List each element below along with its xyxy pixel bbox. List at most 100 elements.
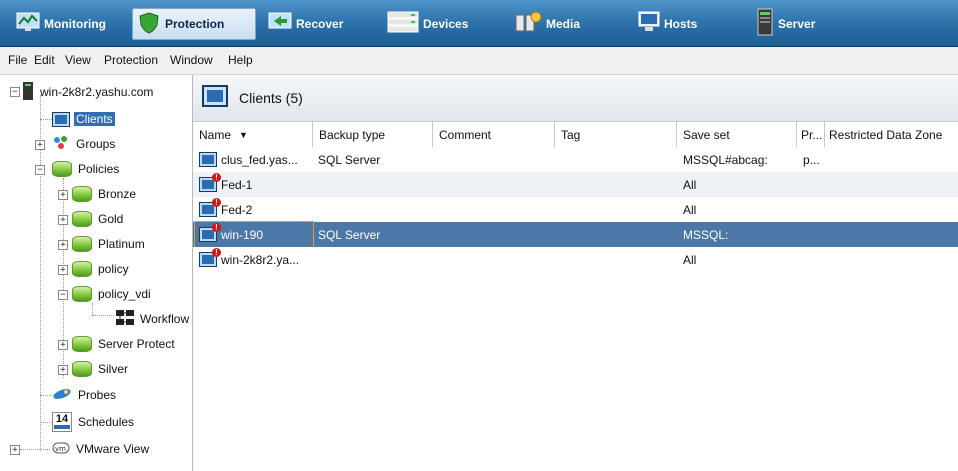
table-row[interactable]: ! win-2k8r2.ya... All: [193, 247, 958, 272]
tree-item-policy-vdi[interactable]: policy_vdi: [72, 283, 153, 305]
cell-tag: [561, 172, 677, 197]
tree-item-bronze[interactable]: Bronze: [72, 183, 138, 205]
cell-comment: [439, 172, 555, 197]
policy-disk-icon: [52, 161, 72, 177]
recover-button[interactable]: Recover: [264, 9, 347, 38]
monitoring-button[interactable]: Monitoring: [12, 9, 110, 38]
protection-button[interactable]: Protection: [132, 8, 256, 40]
tree-item-vmware-view[interactable]: vm VMware View: [52, 438, 151, 460]
hosts-button[interactable]: Hosts: [634, 9, 701, 38]
column-header-save-set-label: Save set: [683, 127, 730, 142]
alert-icon: !: [212, 198, 221, 207]
vmware-expander[interactable]: +: [10, 445, 20, 455]
svg-text:vm: vm: [55, 445, 66, 453]
tree-item-policy-label: policy: [98, 262, 129, 276]
column-header-pr[interactable]: Pr...: [797, 122, 825, 147]
tree-guide: [40, 395, 52, 396]
root-expander[interactable]: −: [10, 87, 20, 97]
recover-icon: [268, 12, 292, 35]
cell-comment: [439, 247, 555, 272]
cell-rdz: [829, 172, 958, 197]
cell-text: MSSQL#abcag:: [683, 152, 768, 167]
client-icon: !: [199, 198, 221, 217]
table-row[interactable]: clus_fed.yas... SQL Server MSSQL#abcag: p..…: [193, 147, 958, 172]
cell-name: ! win-2k8r2.ya...: [199, 247, 313, 272]
table-row[interactable]: ! win-190 SQL Server MSSQL:: [193, 221, 958, 248]
menu-edit[interactable]: Edit: [34, 53, 55, 67]
cell-text: clus_fed.yas...: [221, 152, 298, 167]
platinum-expander[interactable]: +: [58, 240, 68, 250]
cell-tag: [561, 222, 677, 247]
groups-expander[interactable]: +: [35, 140, 45, 150]
silver-expander[interactable]: +: [58, 365, 68, 375]
column-header-save-set[interactable]: Save set: [677, 122, 797, 147]
server-protect-expander[interactable]: +: [58, 340, 68, 350]
tree-root[interactable]: win-2k8r2.yashu.com: [22, 81, 155, 103]
tree-item-server-protect-label: Server Protect: [98, 337, 175, 351]
policy-disk-icon: [72, 236, 92, 252]
gold-expander[interactable]: +: [58, 215, 68, 225]
column-header-restricted-data-zone[interactable]: Restricted Data Zone: [825, 122, 958, 147]
tree-item-gold-label: Gold: [98, 212, 124, 226]
column-header-pr-label: Pr...: [801, 127, 823, 142]
menu-bar: File Edit View Protection Window Help: [0, 47, 958, 75]
column-header-comment[interactable]: Comment: [433, 122, 555, 147]
table-row[interactable]: ! Fed-2 All: [193, 197, 958, 222]
server-label: Server: [778, 16, 816, 31]
cell-backup-type: [318, 197, 433, 222]
tree-guide: [92, 315, 114, 316]
tree-item-silver[interactable]: Silver: [72, 358, 130, 380]
media-label: Media: [546, 16, 581, 31]
media-button[interactable]: Media: [510, 9, 584, 38]
tree-item-workflow[interactable]: Workflow: [115, 308, 191, 330]
devices-icon: [387, 11, 419, 36]
tree-item-probes[interactable]: Probes: [52, 384, 118, 406]
cell-text: win-190: [221, 227, 264, 242]
vmware-icon: vm: [52, 441, 70, 458]
tree-item-schedules[interactable]: 14 Schedules: [52, 411, 136, 433]
cell-pr: p...: [803, 147, 825, 172]
calendar-icon: 14: [52, 412, 72, 432]
tree-root-label: win-2k8r2.yashu.com: [40, 85, 154, 99]
column-header-backup-type-label: Backup type: [319, 127, 386, 142]
policy-disk-icon: [72, 361, 92, 377]
tree-item-schedules-label: Schedules: [78, 415, 135, 429]
tree-item-policy[interactable]: policy: [72, 258, 131, 280]
tree-item-gold[interactable]: Gold: [72, 208, 125, 230]
policy-expander[interactable]: +: [58, 265, 68, 275]
clients-panel: Clients (5) Name ▼ Backup type Comment T…: [193, 75, 958, 471]
column-header-rdz-label: Restricted Data Zone: [829, 127, 943, 142]
menu-file[interactable]: File: [8, 53, 27, 67]
alert-icon: !: [212, 173, 221, 182]
policies-expander[interactable]: −: [35, 165, 45, 175]
cell-name: ! Fed-1: [199, 172, 313, 197]
tree-item-clients[interactable]: Clients: [52, 108, 115, 130]
cell-text: All: [683, 202, 697, 217]
probe-icon: [52, 387, 72, 404]
menu-window[interactable]: Window: [170, 53, 213, 67]
policy-disk-icon: [72, 286, 92, 302]
table-row[interactable]: ! Fed-1 All: [193, 172, 958, 197]
groups-icon: [52, 134, 70, 155]
column-header-tag[interactable]: Tag: [555, 122, 677, 147]
tree-item-policies[interactable]: Policies: [52, 158, 121, 180]
column-header-name[interactable]: Name ▼: [193, 122, 313, 147]
cell-rdz: [829, 147, 958, 172]
menu-view[interactable]: View: [65, 53, 91, 67]
cell-text: MSSQL:: [683, 227, 729, 242]
bronze-expander[interactable]: +: [58, 190, 68, 200]
tree-item-platinum[interactable]: Platinum: [72, 233, 147, 255]
cell-save-set: MSSQL#abcag:: [683, 147, 797, 172]
column-header-backup-type[interactable]: Backup type: [313, 122, 433, 147]
client-icon: !: [199, 173, 221, 192]
tree-guide: [40, 422, 52, 423]
devices-button[interactable]: Devices: [383, 9, 472, 38]
tree-item-policies-label: Policies: [78, 162, 120, 176]
tree-item-silver-label: Silver: [98, 362, 129, 376]
tree-item-server-protect[interactable]: Server Protect: [72, 333, 177, 355]
policy-vdi-expander[interactable]: −: [58, 290, 68, 300]
menu-help[interactable]: Help: [228, 53, 253, 67]
server-button[interactable]: Server: [752, 8, 819, 38]
tree-item-groups[interactable]: Groups: [52, 133, 117, 155]
menu-protection[interactable]: Protection: [104, 53, 158, 67]
